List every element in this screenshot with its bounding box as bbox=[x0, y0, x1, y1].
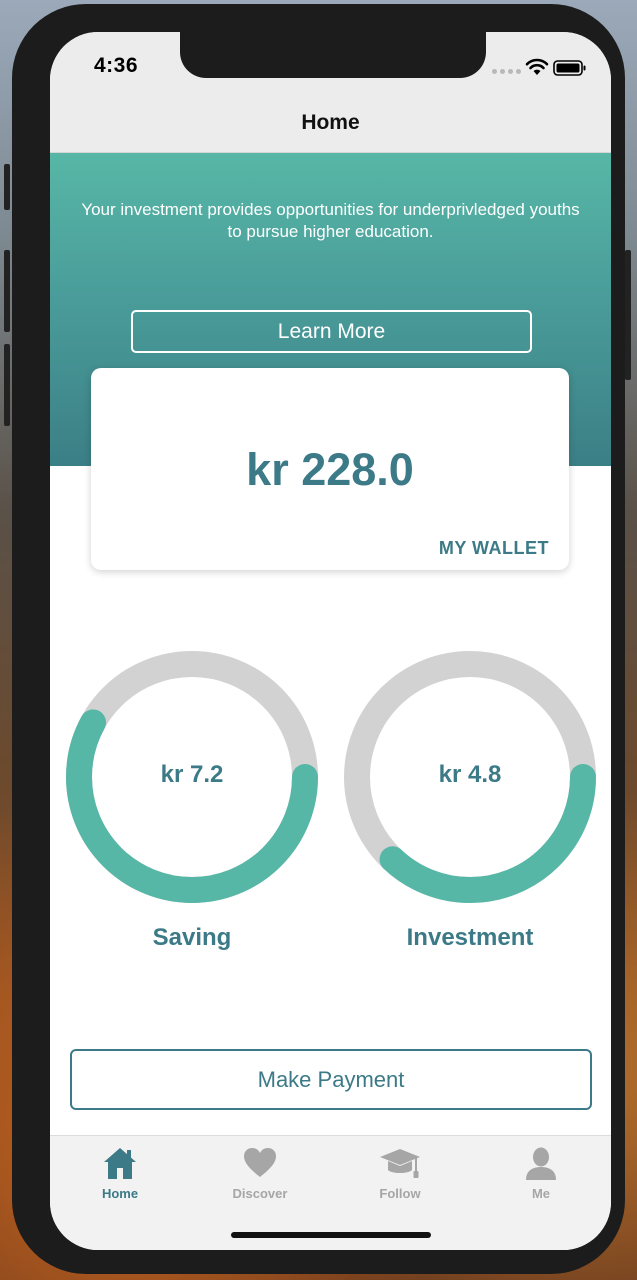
tab-discover-label: Discover bbox=[232, 1186, 288, 1201]
page-title: Home bbox=[301, 111, 360, 134]
heart-icon bbox=[244, 1148, 276, 1177]
tab-me-label: Me bbox=[531, 1186, 551, 1201]
investment-amount: kr 4.8 bbox=[438, 761, 502, 788]
home-indicator bbox=[231, 1232, 431, 1238]
battery-icon bbox=[553, 60, 586, 76]
mute-switch bbox=[4, 164, 10, 210]
my-wallet-link[interactable]: MY WALLET bbox=[439, 538, 549, 559]
learn-more-button[interactable]: Learn More bbox=[131, 310, 532, 353]
graduation-cap-icon bbox=[380, 1149, 420, 1178]
signal-icon bbox=[492, 69, 521, 74]
tab-me[interactable]: Me bbox=[496, 1146, 586, 1201]
investment-label: Investment bbox=[406, 924, 534, 951]
status-time: 4:36 bbox=[94, 54, 139, 77]
volume-up-button bbox=[4, 250, 10, 332]
status-bar: 4:36 bbox=[50, 32, 611, 120]
tab-home-label: Home bbox=[101, 1186, 139, 1201]
wallet-card[interactable]: kr 228.0 MY WALLET bbox=[91, 368, 569, 570]
saving-gauge[interactable]: kr 7.2 Saving bbox=[65, 650, 319, 951]
navigation-bar: Home bbox=[50, 111, 611, 153]
tab-discover[interactable]: Discover bbox=[215, 1146, 305, 1201]
saving-label: Saving bbox=[152, 924, 232, 951]
notch bbox=[180, 32, 486, 78]
tab-follow-label: Follow bbox=[379, 1186, 421, 1201]
phone-frame: 4:36 Home Your investment provides oppor… bbox=[4, 4, 631, 1274]
app-screen: 4:36 Home Your investment provides oppor… bbox=[50, 32, 611, 1250]
person-icon bbox=[526, 1147, 556, 1180]
investment-gauge[interactable]: kr 4.8 Investment bbox=[343, 650, 597, 951]
power-button bbox=[625, 250, 631, 380]
tab-home[interactable]: Home bbox=[75, 1146, 165, 1201]
saving-amount: kr 7.2 bbox=[160, 761, 224, 788]
home-icon bbox=[104, 1148, 136, 1179]
tab-follow[interactable]: Follow bbox=[355, 1146, 445, 1201]
hero-description: Your investment provides opportunities f… bbox=[81, 200, 580, 241]
volume-down-button bbox=[4, 344, 10, 426]
make-payment-button[interactable]: Make Payment bbox=[70, 1049, 592, 1110]
wifi-icon bbox=[525, 58, 549, 75]
wallet-balance: kr 228.0 bbox=[246, 444, 414, 495]
